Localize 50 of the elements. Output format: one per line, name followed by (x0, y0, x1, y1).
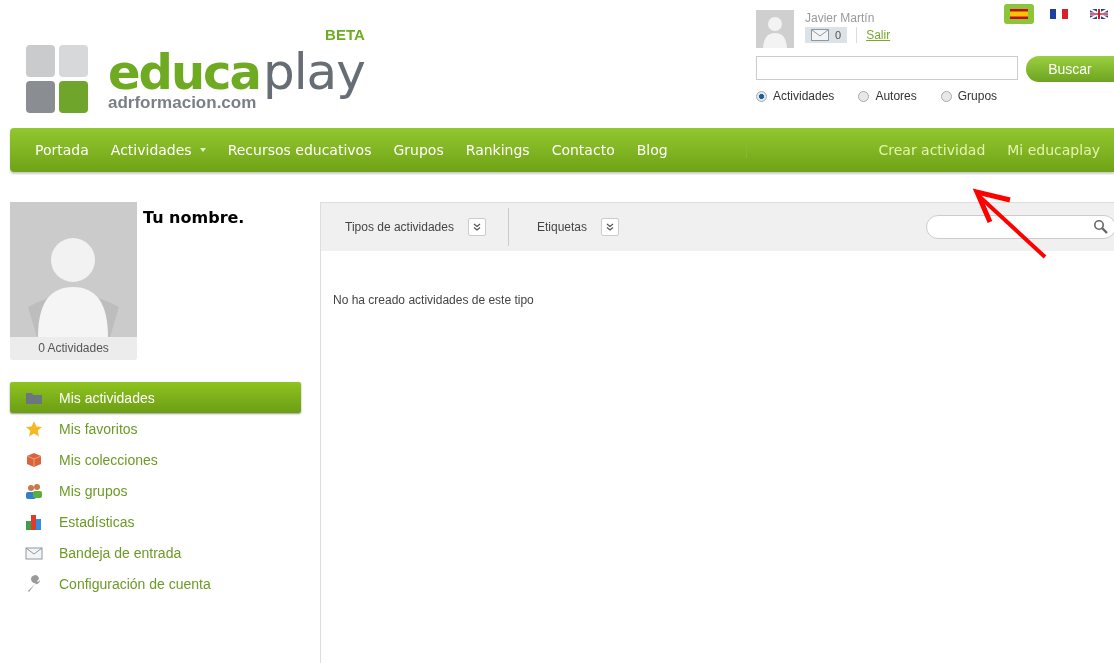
search-icon (1093, 219, 1109, 235)
user-name: Javier Martín (805, 11, 876, 25)
nav-link[interactable]: Actividades (99, 142, 217, 158)
nav-link[interactable]: Grupos (382, 142, 455, 158)
sidebar-item[interactable]: Configuración de cuenta (10, 568, 301, 599)
star-icon (25, 419, 43, 438)
search-field[interactable] (756, 56, 1018, 80)
nav-link[interactable]: Blog (625, 142, 679, 158)
sidebar-item[interactable]: Mis colecciones (10, 444, 301, 475)
search-scope-radio[interactable]: Autores (858, 89, 917, 103)
activity-count: 0 Actividades (38, 340, 109, 357)
nav-link[interactable]: Contacto (540, 142, 626, 158)
people-icon (25, 481, 43, 500)
nav-link[interactable]: Rankings (454, 142, 541, 158)
nav-link[interactable]: Crear actividad (867, 142, 997, 158)
nav-link[interactable]: Portada (24, 142, 100, 158)
caret-icon (199, 148, 206, 152)
double-chevron-icon (606, 223, 614, 231)
sidebar-item[interactable]: Mis grupos (10, 475, 301, 506)
logout-link[interactable]: Salir (866, 28, 891, 42)
nav-link[interactable]: Recursos educativos (216, 142, 383, 158)
logo-domain: adrformacion.com (108, 94, 258, 111)
double-chevron-icon (472, 223, 481, 231)
search-scope-radio[interactable]: Actividades (756, 89, 835, 103)
messages-button[interactable]: 0 (805, 27, 848, 43)
profile-name: Tu nombre. (143, 208, 245, 229)
sidebar-item[interactable]: Estadísticas (10, 506, 301, 537)
box-icon (25, 450, 43, 469)
spain-flag-icon (1010, 9, 1028, 19)
france-flag-icon (1050, 9, 1068, 19)
search-button[interactable]: Buscar (1026, 56, 1114, 82)
envelope-icon (811, 29, 829, 41)
logo-wordmark-suffix: play (262, 42, 365, 102)
logo-squares-icon (26, 45, 88, 113)
beta-label: BETA (325, 27, 365, 42)
filter-label: Etiquetas (536, 220, 587, 234)
uk-flag-icon (1090, 9, 1108, 19)
filter-search-field[interactable] (926, 215, 1114, 239)
sidebar-item[interactable]: Mis actividades (10, 382, 301, 413)
search-scope-radio[interactable]: Grupos (940, 89, 998, 103)
avatar-icon (756, 10, 794, 48)
nav-link[interactable]: Mi educaplay (996, 142, 1111, 158)
logo-wordmark: educa (108, 50, 260, 94)
filter-label: Tipos de actividades (345, 220, 454, 234)
chart-icon (25, 512, 43, 531)
empty-message: No ha creado actividades de este tipo (333, 293, 535, 307)
sidebar-item[interactable]: Bandeja de entrada (10, 537, 301, 568)
filter-dropdown-button[interactable] (467, 218, 486, 236)
filter-dropdown-button[interactable] (601, 218, 619, 236)
sidebar-item[interactable]: Mis favoritos (10, 413, 301, 444)
